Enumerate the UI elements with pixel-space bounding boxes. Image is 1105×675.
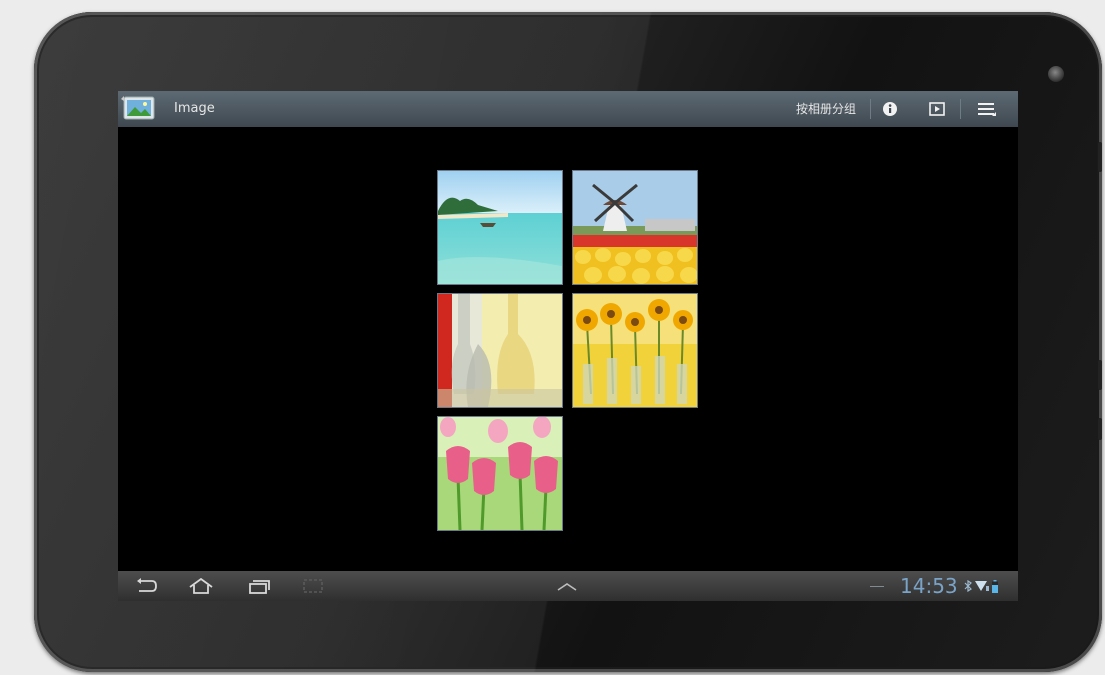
photo-thumbnail-tulips[interactable] [437, 416, 563, 531]
divider [870, 99, 871, 119]
recent-apps-icon[interactable] [246, 577, 272, 595]
back-icon[interactable] [134, 577, 160, 595]
screen: Image 按相册分组 14:53 [118, 91, 1018, 601]
chevron-up-icon[interactable] [554, 577, 580, 595]
side-button [1098, 418, 1102, 440]
wifi-icon [975, 579, 989, 593]
info-icon[interactable] [880, 99, 900, 119]
bluetooth-icon [964, 579, 972, 593]
slideshow-icon[interactable] [927, 99, 947, 119]
divider [960, 99, 961, 119]
photo-thumbnail-vases[interactable] [437, 293, 563, 408]
power-button [1098, 360, 1102, 390]
app-title: Image [174, 101, 215, 116]
photo-thumbnail-sunflowers[interactable] [572, 293, 698, 408]
overflow-menu-icon[interactable] [977, 99, 997, 119]
front-camera [1048, 66, 1064, 82]
photo-thumbnail-beach[interactable] [437, 170, 563, 285]
group-by-album-button[interactable]: 按相册分组 [790, 91, 862, 127]
clock[interactable]: 14:53 [900, 573, 958, 599]
system-nav-bar: 14:53 [118, 571, 1018, 601]
gallery-icon[interactable] [120, 95, 160, 123]
action-bar: Image 按相册分组 [118, 91, 1018, 127]
battery-icon [992, 579, 998, 593]
divider [870, 586, 884, 587]
screenshot-icon[interactable] [300, 577, 326, 595]
volume-button [1098, 142, 1102, 172]
photo-thumbnail-windmill[interactable] [572, 170, 698, 285]
home-icon[interactable] [188, 577, 214, 595]
